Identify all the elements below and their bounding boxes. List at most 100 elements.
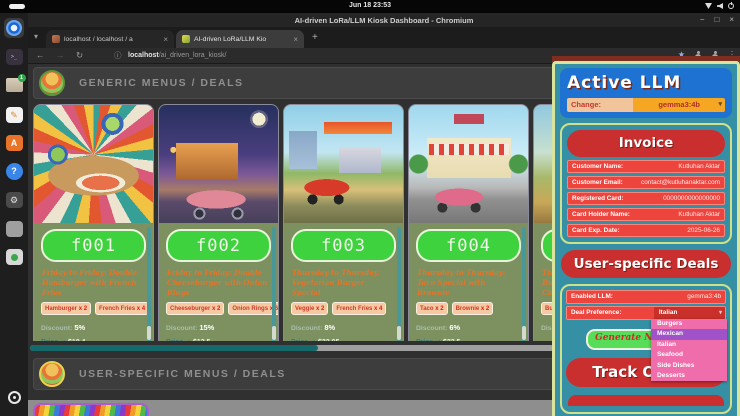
bottom-red-button-partial[interactable] <box>568 395 724 406</box>
close-button[interactable]: × <box>729 15 734 24</box>
option-italian[interactable]: Italian <box>651 340 727 350</box>
dock-files[interactable]: 1 <box>4 74 26 95</box>
maximize-button[interactable]: □ <box>714 15 719 24</box>
menu-id-button[interactable]: f003 <box>291 229 396 262</box>
tab-localhost[interactable]: localhost / localhost / a × <box>46 30 174 48</box>
site-info-icon[interactable]: ⓘ <box>114 50 122 61</box>
back-icon[interactable]: ← <box>36 50 45 60</box>
option-side-dishes[interactable]: Side Dishes <box>651 361 727 371</box>
card-scrollbar[interactable] <box>522 227 526 341</box>
deal-preference-select[interactable]: Italian ▾ <box>653 307 725 319</box>
system-top-bar: Jun 18 23:53 <box>0 0 740 13</box>
change-label: Change: <box>567 98 634 112</box>
card-scrollbar[interactable] <box>272 227 276 341</box>
minimize-button[interactable]: − <box>700 15 705 24</box>
price-line: Price ⇒$22.05 <box>291 338 396 341</box>
new-tab-button[interactable]: + <box>312 32 318 43</box>
url-field[interactable]: localhost/ai_driven_lora_kiosk/ <box>128 52 226 59</box>
deal-description: Friday to Friday: Double Cheeseburger wi… <box>167 268 268 297</box>
horizontal-scrollbar[interactable] <box>30 345 554 351</box>
tab1-title: localhost / localhost / a <box>64 35 133 43</box>
dock-chromium[interactable] <box>4 18 24 38</box>
user-deal-card-partial[interactable] <box>33 403 149 416</box>
menu-id-button[interactable]: f002 <box>166 229 271 262</box>
card-scrollbar[interactable] <box>397 227 401 341</box>
text-editor-icon: ✎ <box>5 107 23 123</box>
files-badge: 1 <box>17 74 26 82</box>
menu-id-button[interactable]: f004 <box>416 229 521 262</box>
window-titlebar: AI-driven LoRa/LLM Kiosk Dashboard - Chr… <box>28 13 740 28</box>
menu-card-f003[interactable]: f003 Thursday to Thursday: Vegetarian Bu… <box>283 104 404 341</box>
system-status-icons[interactable] <box>705 2 734 9</box>
item-tag: Hamburger x 2 <box>41 302 92 316</box>
menu-card-f004[interactable]: f004 Thursday to Thursday: Taco Special … <box>408 104 529 341</box>
tab2-title: AI-driven LoRa/LLM Kio <box>194 35 267 43</box>
deal-preference-dropdown[interactable]: Burgers Mexican Italian Seafood Side Dis… <box>651 319 727 382</box>
price-line: Price ⇒$12.5 <box>166 338 271 341</box>
food-illustration <box>284 105 403 223</box>
menu-card-f001[interactable]: f001 Friday to Friday: Double Hamburger … <box>33 104 154 341</box>
dock-software[interactable] <box>4 247 24 267</box>
dock-app-gray[interactable] <box>4 219 24 239</box>
enabled-llm-row: Enabled LLM: gemma3:4b <box>566 290 726 304</box>
user-specific-deals-button[interactable]: User-specific Deals <box>561 250 731 278</box>
dock-help[interactable]: ? <box>4 161 24 181</box>
scrollbar-thumb[interactable] <box>30 345 319 351</box>
option-mexican[interactable]: Mexican <box>651 329 727 340</box>
customer-name-row: Customer Name: Kutluhan Aktar <box>567 159 725 173</box>
forward-icon[interactable]: → <box>56 50 65 60</box>
card-holder-row: Card Holder Name: Kutluhan Aktar <box>567 207 725 221</box>
url-host: localhost <box>128 51 159 59</box>
dock-libreoffice[interactable]: A <box>4 133 24 153</box>
tab1-favicon <box>52 35 60 43</box>
dock-show-apps[interactable] <box>4 387 24 407</box>
clock[interactable]: Jun 18 23:53 <box>0 2 740 9</box>
item-tag: French Fries x 4 <box>332 302 387 316</box>
ubuntu-dock: >_ 1 ✎ A ? ⚙ <box>0 13 28 416</box>
invoice-section: Invoice Customer Name: Kutluhan Aktar Cus… <box>560 123 732 244</box>
tab2-close-icon[interactable]: × <box>293 35 298 44</box>
option-burgers[interactable]: Burgers <box>651 319 727 329</box>
menu-card-list[interactable]: f001 Friday to Friday: Double Hamburger … <box>33 104 556 341</box>
terminal-icon: >_ <box>5 49 23 65</box>
food-illustration <box>409 105 528 223</box>
menu-card-f002[interactable]: f002 Friday to Friday: Double Cheeseburg… <box>158 104 279 341</box>
kiosk-side-panel: Active LLM Change: gemma3:4b ▾ Invoice Cu… <box>552 61 740 416</box>
deal-description: Friday to Friday: Double Hamburger with … <box>42 268 138 297</box>
item-tag: Cheeseburger x 2 <box>166 302 225 316</box>
wifi-icon <box>705 3 712 9</box>
burger-icon <box>39 70 65 96</box>
price-line: Price ⇒$10.4 <box>41 338 146 341</box>
item-tag: Taco x 2 <box>416 302 448 316</box>
tab-search-chevron-icon[interactable]: ▾ <box>34 32 38 41</box>
deal-preference-row: Deal Preference: Italian ▾ <box>566 306 726 320</box>
llm-select[interactable]: gemma3:4b ▾ <box>633 98 725 112</box>
option-desserts[interactable]: Desserts <box>651 371 727 381</box>
chevron-down-icon: ▾ <box>718 101 722 108</box>
volume-icon <box>717 3 723 9</box>
customer-email-row: Customer Email: contact@kutluhanaktar.com <box>567 175 725 189</box>
item-tag: French Fries x 4 <box>95 302 150 316</box>
tab-kiosk-dashboard[interactable]: AI-driven LoRa/LLM Kio × <box>176 30 304 48</box>
dock-text-editor[interactable]: ✎ <box>4 105 24 125</box>
dock-terminal[interactable]: >_ <box>4 47 24 67</box>
discount-line: Discount: 6% <box>416 323 461 333</box>
food-illustration <box>34 105 153 223</box>
gear-icon: ⚙ <box>5 192 23 208</box>
tab1-close-icon[interactable]: × <box>163 35 168 44</box>
card-exp-row: Card Exp. Date: 2025-06-26 <box>567 223 725 237</box>
item-tag: Veggie x 2 <box>291 302 329 316</box>
menu-id-button[interactable]: f001 <box>41 229 146 262</box>
active-llm-section: Active LLM Change: gemma3:4b ▾ <box>560 68 732 118</box>
tab2-favicon <box>182 35 190 43</box>
option-seafood[interactable]: Seafood <box>651 350 727 360</box>
card-scrollbar[interactable] <box>147 227 151 341</box>
reload-icon[interactable]: ↻ <box>76 50 83 61</box>
invoice-button[interactable]: Invoice <box>567 130 725 157</box>
deal-description: Thursday to Thursday: Taco Special with … <box>417 268 506 297</box>
deal-description: Thursday to Thursday: Vegetarian Burger … <box>292 268 381 297</box>
window-title: AI-driven LoRa/LLM Kiosk Dashboard - Chr… <box>294 16 474 25</box>
dock-settings[interactable]: ⚙ <box>4 190 24 210</box>
user-menus-title: USER-SPECIFIC MENUS / DEALS <box>79 368 286 380</box>
discount-line: Discount: 15% <box>166 323 215 333</box>
